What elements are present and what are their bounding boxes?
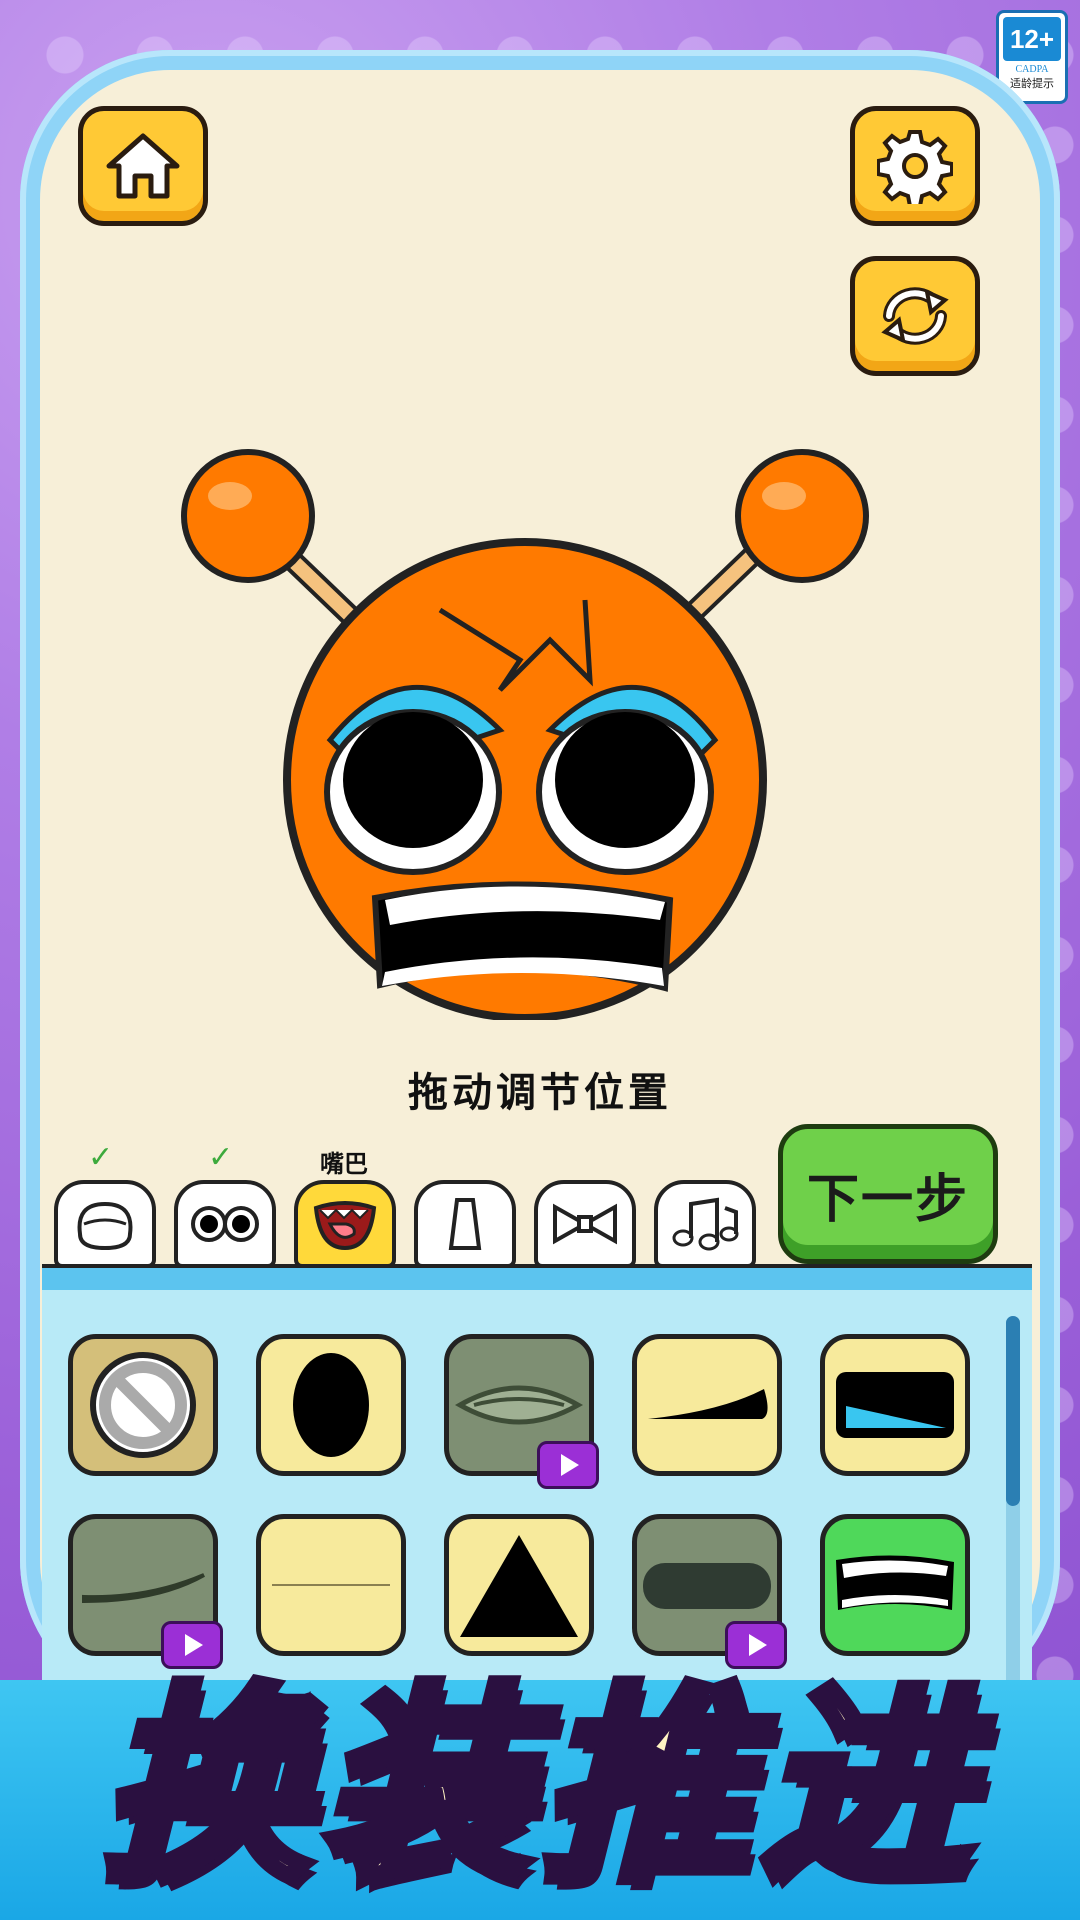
eyes-icon <box>191 1206 259 1242</box>
tab-music[interactable] <box>654 1180 756 1268</box>
scrollbar-thumb[interactable] <box>1006 1316 1020 1506</box>
rect-mouth-icon <box>643 1563 771 1609</box>
item-curve[interactable] <box>68 1514 223 1669</box>
tab-eyes-check: ✓ <box>208 1140 234 1175</box>
video-ad-icon[interactable] <box>161 1621 223 1669</box>
item-line[interactable] <box>256 1514 406 1656</box>
refresh-icon <box>881 287 949 345</box>
home-icon <box>106 133 180 199</box>
item-triangle[interactable] <box>444 1514 594 1656</box>
tab-nose[interactable] <box>414 1180 516 1268</box>
left-antenna <box>181 449 376 641</box>
category-tabs: ✓ ✓ 嘴巴 <box>50 1140 770 1270</box>
settings-button[interactable] <box>850 106 980 226</box>
right-antenna <box>664 449 869 641</box>
reset-button[interactable] <box>850 256 980 376</box>
panel-header-strip <box>42 1268 1032 1290</box>
home-button[interactable] <box>78 106 208 226</box>
tab-accessory[interactable] <box>534 1180 636 1268</box>
item-smirk[interactable] <box>632 1334 782 1476</box>
item-teeth-selected[interactable] <box>820 1514 970 1656</box>
next-step-button[interactable]: 下一步 <box>778 1124 998 1264</box>
open-mouth-icon <box>836 1372 954 1438</box>
face-shape-icon <box>77 1201 133 1251</box>
item-rect[interactable] <box>632 1514 787 1669</box>
age-rating: 12+ <box>1003 17 1061 61</box>
video-ad-icon[interactable] <box>537 1441 599 1489</box>
tab-mouth-label: 嘴巴 <box>320 1150 368 1178</box>
music-icon <box>672 1197 739 1251</box>
item-oval[interactable] <box>256 1334 406 1476</box>
item-lips[interactable] <box>444 1334 599 1489</box>
oval-mouth-icon <box>293 1353 369 1457</box>
tab-mouth[interactable]: 嘴巴 <box>294 1150 396 1268</box>
nose-icon <box>448 1198 482 1250</box>
tab-face[interactable]: ✓ <box>54 1140 156 1268</box>
triangle-mouth-icon <box>460 1535 578 1637</box>
none-icon <box>90 1352 196 1458</box>
tab-eyes[interactable]: ✓ <box>174 1140 276 1268</box>
item-open[interactable] <box>820 1334 970 1476</box>
video-ad-icon[interactable] <box>725 1621 787 1669</box>
item-none[interactable] <box>68 1334 218 1476</box>
promo-banner-title: 换装推进 <box>95 1663 980 1913</box>
gear-icon <box>877 130 953 204</box>
lips-icon <box>454 1385 584 1425</box>
curve-mouth-icon <box>82 1573 205 1604</box>
smirk-icon <box>648 1389 768 1419</box>
age-rating-org: CADPA <box>1015 64 1049 75</box>
line-mouth-icon <box>272 1584 390 1586</box>
mouth-icon <box>313 1201 377 1251</box>
character-preview[interactable] <box>170 440 890 1020</box>
tab-face-check: ✓ <box>88 1140 114 1175</box>
bow-icon <box>553 1203 617 1245</box>
mouth <box>371 881 674 992</box>
drag-hint: 拖动调节位置 <box>408 1070 672 1116</box>
teeth-mouth-icon <box>836 1555 954 1610</box>
